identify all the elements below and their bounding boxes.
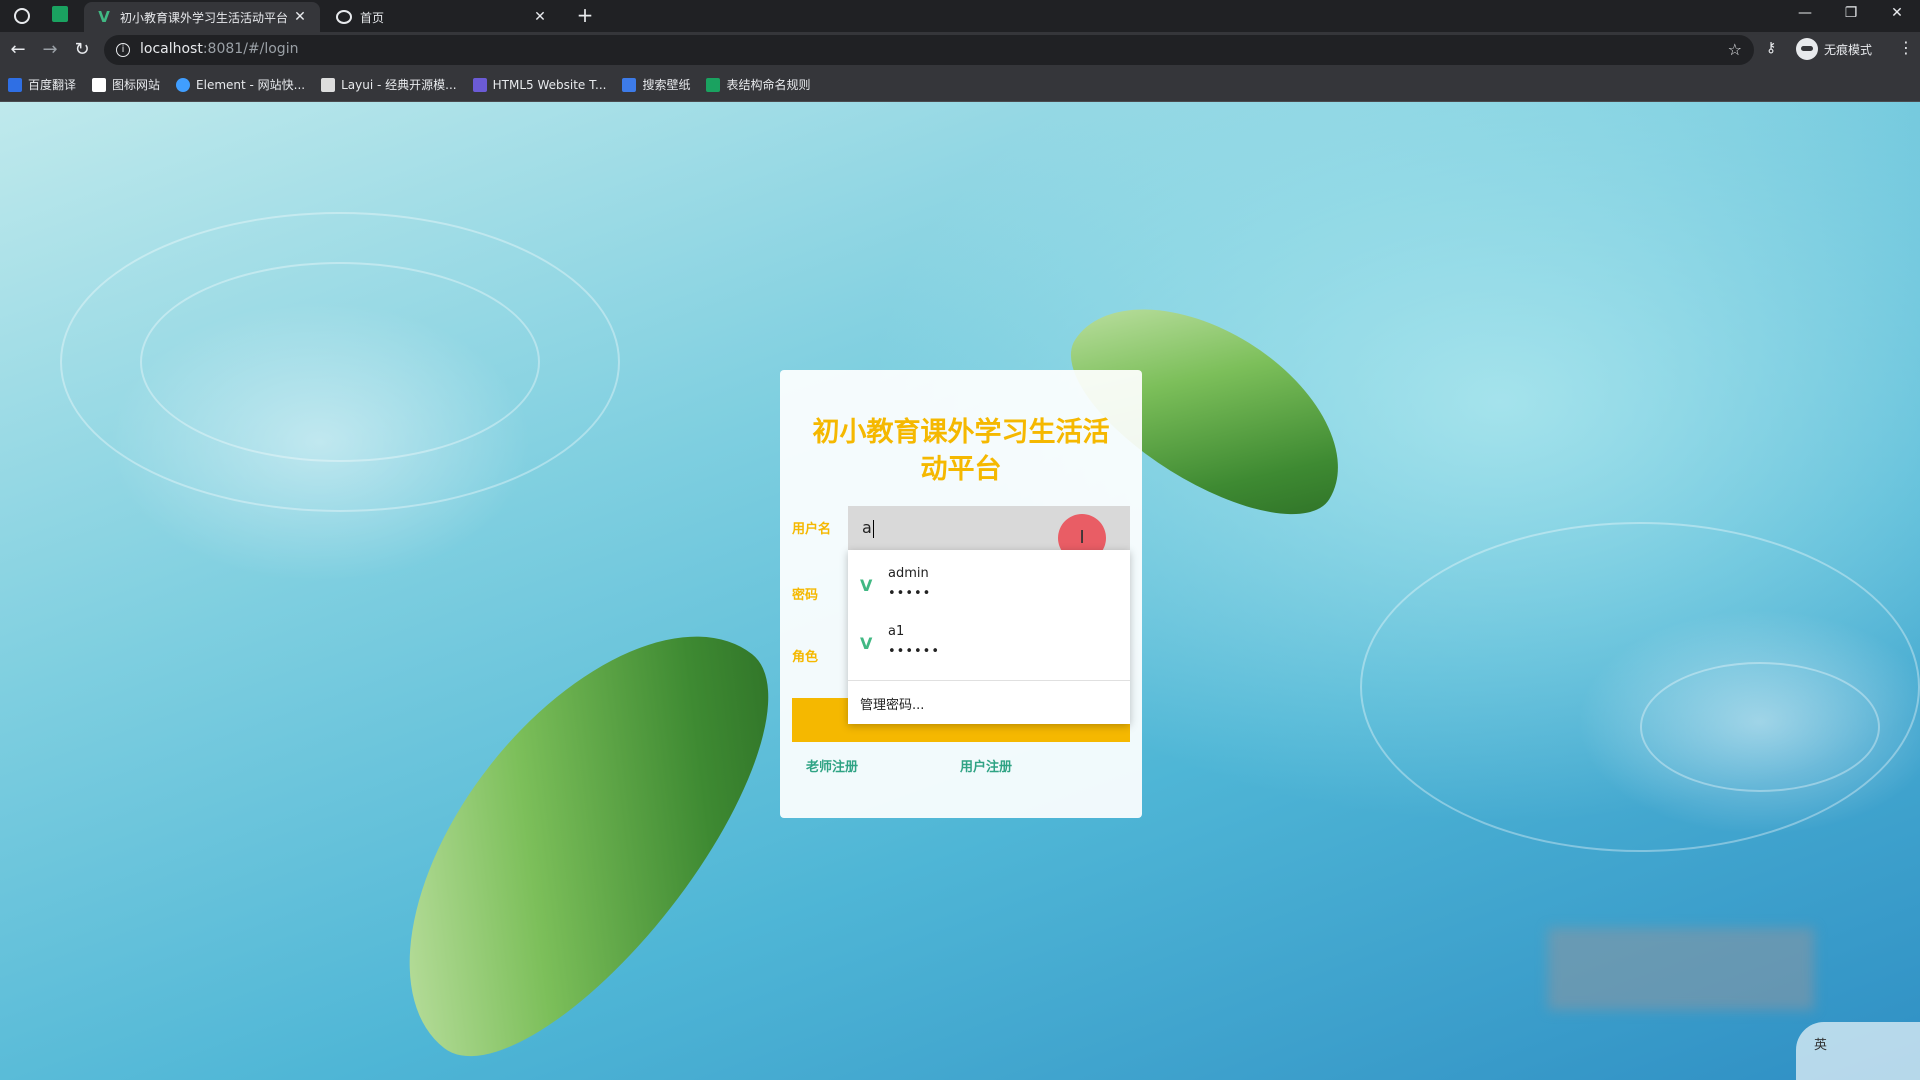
url-host: localhost [140,41,203,57]
ripple-decoration [1640,662,1880,792]
tab-platform[interactable]: V 初小教育课外学习生活活动平台 ✕ [84,2,320,32]
close-icon[interactable]: ✕ [532,9,548,25]
text-caret [872,519,874,538]
password-autofill-dropdown: V admin ••••• V a1 •••••• 管理密码... [848,550,1130,724]
url-path: :8081/#/login [202,41,299,57]
vue-icon: V [860,634,873,653]
element-icon [176,77,191,92]
leaf-decoration [335,569,825,1080]
browser-menu-icon[interactable] [14,8,30,24]
wallpaper-icon [622,77,637,92]
autofill-item-a1[interactable]: V a1 •••••• [848,616,1130,672]
new-tab-button[interactable]: + [574,4,596,26]
autofill-password: •••••• [888,644,941,659]
bookmark-label: Layui - 经典开源模... [341,78,457,92]
tab-label: 初小教育课外学习生活活动平台 [120,10,289,25]
incognito-icon [1796,38,1818,60]
info-icon[interactable]: i [116,43,130,57]
teacher-register-link[interactable]: 老师注册 [806,756,858,775]
pinned-tab-icon[interactable] [52,6,68,22]
tab-strip: V 初小教育课外学习生活活动平台 ✕ 首页 ✕ + — ❐ ✕ [0,0,1920,32]
ripple-decoration [140,262,540,462]
vue-icon: V [860,576,873,595]
globe-icon [336,10,352,24]
bookmark-item[interactable]: Layui - 经典开源模... [321,76,457,93]
address-bar[interactable]: i localhost:8081/#/login ☆ [104,35,1754,65]
page-title: 初小教育课外学习生活活动平台 [812,417,1110,485]
layui-icon [321,77,336,92]
bookmarks-bar: 百度翻译 图标网站 Element - 网站快... Layui - 经典开源模… [0,68,1920,102]
html5-icon [472,77,487,92]
close-icon[interactable]: ✕ [292,9,308,25]
translate-icon [8,77,22,92]
autofill-username: admin [888,566,929,581]
bookmark-item[interactable]: HTML5 Website T... [472,77,607,92]
bookmark-item[interactable]: Element - 网站快... [176,76,305,93]
profile-button[interactable]: 无痕模式 [1796,38,1872,60]
bookmark-item[interactable]: 百度翻译 [8,76,76,93]
close-window-button[interactable]: ✕ [1874,0,1920,28]
bookmark-label: 百度翻译 [28,78,77,92]
key-icon[interactable]: ⚷ [1766,40,1776,56]
back-button[interactable]: ← [6,38,30,62]
autofill-username: a1 [888,624,905,639]
username-value: a [862,518,872,537]
vue-icon: V [98,8,110,26]
blurred-watermark [1548,928,1814,1010]
bookmark-label: HTML5 Website T... [492,77,607,92]
bookmark-label: Element - 网站快... [196,78,306,92]
manage-passwords-link[interactable]: 管理密码... [860,694,924,713]
user-register-link[interactable]: 用户注册 [960,756,1012,775]
ime-label: 英 [1814,1038,1828,1053]
profile-label: 无痕模式 [1824,42,1873,57]
role-label: 角色 [792,650,819,665]
autofill-item-admin[interactable]: V admin ••••• [848,558,1130,614]
ime-indicator[interactable]: 英 [1796,1022,1920,1080]
bookmark-label: 图标网站 [112,78,161,92]
more-menu-icon[interactable]: ⋮ [1898,38,1914,57]
flag-icon [92,77,107,92]
bookmark-label: 搜索壁纸 [642,78,691,92]
url-text[interactable]: localhost:8081/#/login [140,41,298,57]
tab-label: 首页 [360,10,385,25]
bookmark-star-icon[interactable]: ☆ [1728,40,1742,59]
window-controls: — ❐ ✕ [1782,0,1920,28]
minimize-button[interactable]: — [1782,0,1828,28]
bookmark-item[interactable]: 表结构命名规则 [706,76,810,93]
restore-button[interactable]: ❐ [1828,0,1874,28]
autofill-password: ••••• [888,586,932,601]
bookmark-item[interactable]: 搜索壁纸 [622,76,690,93]
reload-button[interactable]: ↻ [70,38,94,62]
dropdown-divider [848,680,1130,681]
bookmark-item[interactable]: 图标网站 [92,76,160,93]
forward-button[interactable]: → [38,38,62,62]
browser-toolbar: ← → ↻ i localhost:8081/#/login ☆ ⚷ 无痕模式 … [0,32,1920,68]
username-label: 用户名 [792,522,832,537]
password-label: 密码 [792,588,819,603]
tab-home[interactable]: 首页 ✕ [324,2,560,32]
sheet-icon [706,77,721,92]
bookmark-label: 表结构命名规则 [726,78,811,92]
